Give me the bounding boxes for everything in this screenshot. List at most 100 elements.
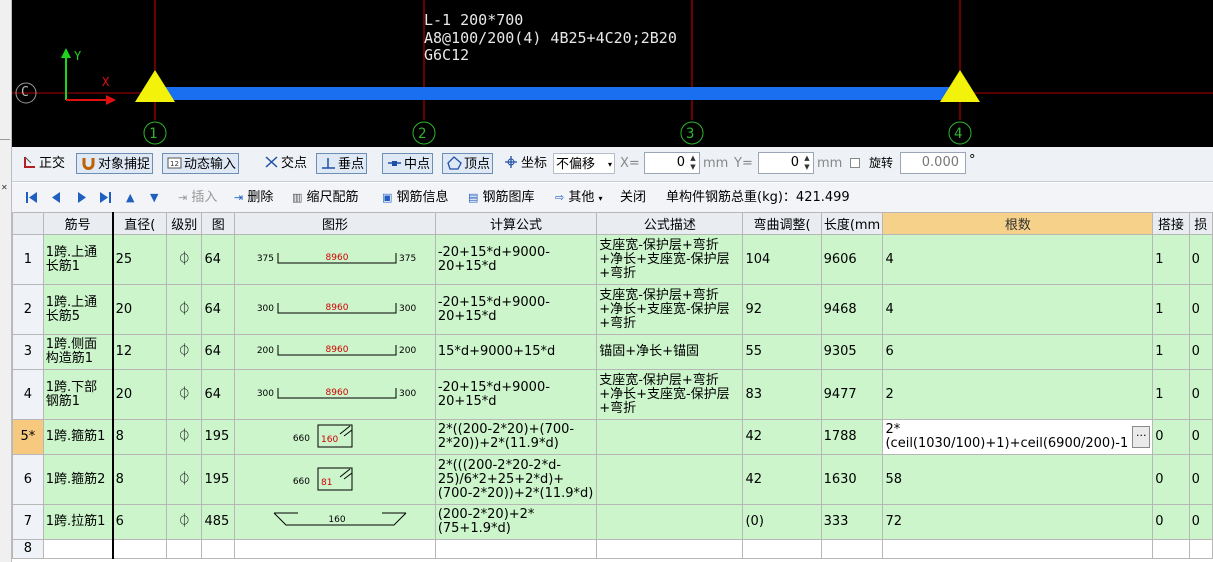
header-grade[interactable]: 级别	[166, 212, 203, 235]
loss-cell[interactable]: 0	[1188, 369, 1213, 420]
loss-cell[interactable]: 0	[1188, 284, 1213, 335]
length-cell[interactable]: 9305	[820, 334, 884, 370]
bar-name-cell[interactable]: 1跨.上通长筋1	[42, 234, 114, 285]
shape-cell[interactable]: 660 81	[234, 454, 436, 505]
record-navigation[interactable]	[26, 191, 116, 205]
bar-name-cell[interactable]: 1跨.上通长筋5	[42, 284, 114, 335]
loss-cell[interactable]	[1188, 539, 1213, 559]
shape-cell[interactable]: 200 8960 200	[234, 334, 436, 370]
formula-desc-cell[interactable]: 支座宽-保护层+弯折+净长+支座宽-保护层+弯折	[596, 369, 744, 420]
formula-desc-cell[interactable]	[596, 454, 744, 505]
lap-cell[interactable]: 1	[1152, 369, 1190, 420]
shape-cell[interactable]	[234, 539, 436, 559]
header-shape[interactable]: 图形	[234, 212, 436, 235]
scale-rebar-button[interactable]: ▥ 缩尺配筋	[292, 188, 359, 207]
shape-cell[interactable]: 660 160	[234, 419, 436, 455]
table-row[interactable]: 6 1跨.箍筋2 8 ⏀ 195 660 81 2*(((200-2*20-2*d-25)/6…	[12, 454, 1213, 505]
figure-no-cell[interactable]: 195	[201, 454, 236, 505]
row-number-cell[interactable]: 4	[12, 369, 44, 420]
bar-name-cell[interactable]: 1跨.箍筋1	[42, 419, 114, 455]
bar-name-cell[interactable]	[42, 539, 114, 559]
lap-cell[interactable]: 1	[1152, 284, 1190, 335]
close-x-icon[interactable]: ✕	[1, 184, 9, 192]
count-cell[interactable]: 58	[882, 454, 1154, 505]
vertex-snap[interactable]: 顶点	[442, 153, 494, 174]
bend-adjust-cell[interactable]: 92	[742, 284, 822, 335]
loss-cell[interactable]: 0	[1188, 334, 1213, 370]
diameter-cell[interactable]: 8	[112, 454, 168, 505]
ellipsis-button[interactable]: ···	[1132, 426, 1151, 448]
grade-cell[interactable]: ⏀	[166, 369, 203, 420]
lap-cell[interactable]	[1152, 539, 1190, 559]
diameter-cell[interactable]: 6	[112, 504, 168, 540]
formula-desc-cell[interactable]	[596, 504, 744, 540]
formula-desc-cell[interactable]	[596, 419, 744, 455]
loss-cell[interactable]: 0	[1188, 234, 1213, 285]
formula-cell[interactable]: 2*((200-2*20)+(700-2*20))+2*(11.9*d)	[434, 419, 598, 455]
count-cell[interactable]	[882, 539, 1154, 559]
diameter-cell[interactable]: 20	[112, 284, 168, 335]
table-row[interactable]: 5* 1跨.箍筋1 8 ⏀ 195 660 160 2*((200-2*20)+(700-2*…	[12, 419, 1213, 455]
bar-name-cell[interactable]: 1跨.下部钢筋1	[42, 369, 114, 420]
grade-cell[interactable]: ⏀	[166, 334, 203, 370]
loss-cell[interactable]: 0	[1188, 419, 1213, 455]
length-cell[interactable]: 333	[820, 504, 884, 540]
table-row[interactable]: 1 1跨.上通长筋1 25 ⏀ 64 375 8960 375 -20+15*d+9000-20…	[12, 234, 1213, 285]
count-cell[interactable]: 72	[882, 504, 1154, 540]
y-coordinate-input[interactable]: 0 ▲ ▼	[758, 152, 814, 174]
delete-button[interactable]: ⇥ 删除	[234, 188, 273, 207]
header-loss[interactable]: 损	[1188, 212, 1213, 235]
bend-adjust-cell[interactable]: 104	[742, 234, 822, 285]
move-down-icon[interactable]: ▼	[150, 188, 158, 207]
object-snap-toggle[interactable]: 对象捕捉	[76, 153, 154, 174]
x-coordinate-input[interactable]: 0 ▲ ▼	[644, 152, 700, 174]
count-cell[interactable]: 2*(ceil(1030/100)+1)+ceil(6900/200)-1 ···	[882, 419, 1154, 455]
midpoint-snap[interactable]: 中点	[382, 153, 434, 174]
grade-cell[interactable]: ⏀	[166, 284, 203, 335]
rotate-checkbox[interactable]	[850, 158, 860, 168]
row-number-cell[interactable]: 1	[12, 234, 44, 285]
lap-cell[interactable]: 0	[1152, 454, 1190, 505]
bend-adjust-cell[interactable]: 55	[742, 334, 822, 370]
ortho-toggle[interactable]: 正交	[20, 153, 65, 174]
table-row[interactable]: 3 1跨.侧面构造筋1 12 ⏀ 64 200 8960 200 15*d+9000+15*d 锚…	[12, 334, 1213, 370]
diameter-cell[interactable]: 20	[112, 369, 168, 420]
header-formula[interactable]: 计算公式	[434, 212, 598, 235]
diameter-cell[interactable]: 25	[112, 234, 168, 285]
length-cell[interactable]: 1788	[820, 419, 884, 455]
diameter-cell[interactable]	[112, 539, 168, 559]
header-diameter[interactable]: 直径(	[112, 212, 168, 235]
offset-dropdown[interactable]: 不偏移 ▾	[553, 153, 615, 174]
coordinate-snap[interactable]: 坐标	[502, 153, 547, 174]
header-figure-no[interactable]: 图	[201, 212, 236, 235]
lap-cell[interactable]: 1	[1152, 334, 1190, 370]
length-cell[interactable]	[820, 539, 884, 559]
intersection-snap[interactable]: 交点	[262, 153, 307, 174]
formula-desc-cell[interactable]: 支座宽-保护层+弯折+净长+支座宽-保护层+弯折	[596, 284, 744, 335]
table-row[interactable]: 7 1跨.拉筋1 6 ⏀ 485 160 (200-2*20)+2*(75+1.9*d) (0…	[12, 504, 1213, 540]
formula-desc-cell[interactable]: 锚固+净长+锚固	[596, 334, 744, 370]
rebar-info-button[interactable]: ▣ 钢筋信息	[382, 188, 449, 207]
formula-cell[interactable]: (200-2*20)+2*(75+1.9*d)	[434, 504, 598, 540]
loss-cell[interactable]: 0	[1188, 504, 1213, 540]
shape-cell[interactable]: 300 8960 300	[234, 369, 436, 420]
cad-drawing-canvas[interactable]: L-1 200*700 A8@100/200(4) 4B25+4C20;2B20…	[0, 0, 1213, 147]
formula-cell[interactable]: -20+15*d+9000-20+15*d	[434, 284, 598, 335]
loss-cell[interactable]: 0	[1188, 454, 1213, 505]
header-length[interactable]: 长度(mm	[820, 212, 884, 235]
bend-adjust-cell[interactable]: 42	[742, 419, 822, 455]
row-number-cell[interactable]: 3	[12, 334, 44, 370]
rotate-angle-input[interactable]: 0.000	[900, 152, 966, 174]
grade-cell[interactable]: ⏀	[166, 454, 203, 505]
header-bend-adjust[interactable]: 弯曲调整(	[742, 212, 822, 235]
grade-cell[interactable]: ⏀	[166, 504, 203, 540]
shape-cell[interactable]: 300 8960 300	[234, 284, 436, 335]
dynamic-input-toggle[interactable]: 12 动态输入	[162, 153, 240, 174]
grade-cell[interactable]	[166, 539, 203, 559]
formula-cell[interactable]	[434, 539, 598, 559]
insert-button[interactable]: ⇥ 插入	[178, 188, 217, 207]
row-number-cell[interactable]: 8	[12, 539, 44, 559]
figure-no-cell[interactable]	[201, 539, 236, 559]
diameter-cell[interactable]: 12	[112, 334, 168, 370]
length-cell[interactable]: 9606	[820, 234, 884, 285]
